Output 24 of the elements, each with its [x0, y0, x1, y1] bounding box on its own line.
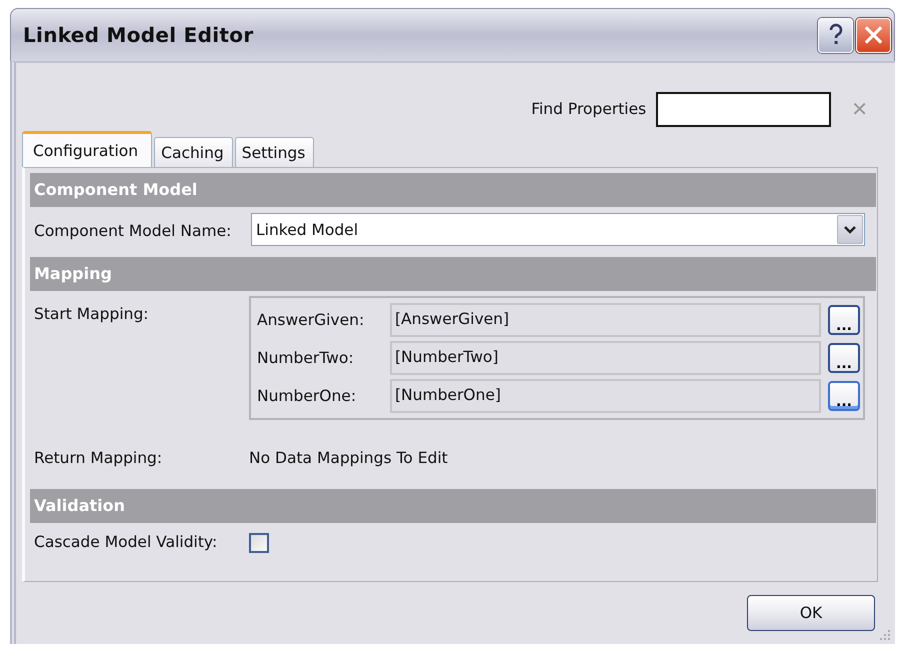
section-header: Mapping [30, 257, 876, 291]
mapping-status: No Data Mappings To Edit [249, 449, 448, 467]
ok-button[interactable]: OK [747, 594, 875, 630]
window-title: Linked Model Editor [23, 23, 254, 47]
field-label: Start Mapping: [34, 305, 150, 323]
tab[interactable]: Caching [154, 137, 233, 167]
browse-button[interactable]: ... [828, 305, 860, 335]
mapping-field[interactable]: [NumberOne] [390, 379, 821, 413]
section-header: Validation [30, 489, 876, 523]
tab[interactable]: Settings [234, 137, 314, 167]
browse-button[interactable]: ... [828, 343, 860, 373]
mapping-label: NumberOne: [257, 387, 358, 405]
mapping-field[interactable]: [NumberTwo] [390, 341, 821, 375]
mapping-label: NumberTwo: [257, 349, 355, 367]
field-label: Return Mapping: [34, 449, 164, 467]
field-label: Component Model Name: [34, 222, 232, 240]
mapping-field[interactable]: [AnswerGiven] [390, 303, 821, 337]
section-header: Component Model [30, 173, 876, 207]
browse-button[interactable]: ... [828, 381, 860, 411]
mapping-label: AnswerGiven: [257, 311, 366, 329]
find-label: Find Properties [531, 100, 646, 118]
tab[interactable]: Configuration [22, 131, 152, 167]
model-dropdown[interactable]: Linked Model [251, 213, 865, 246]
field-label: Cascade Model Validity: [34, 533, 218, 551]
